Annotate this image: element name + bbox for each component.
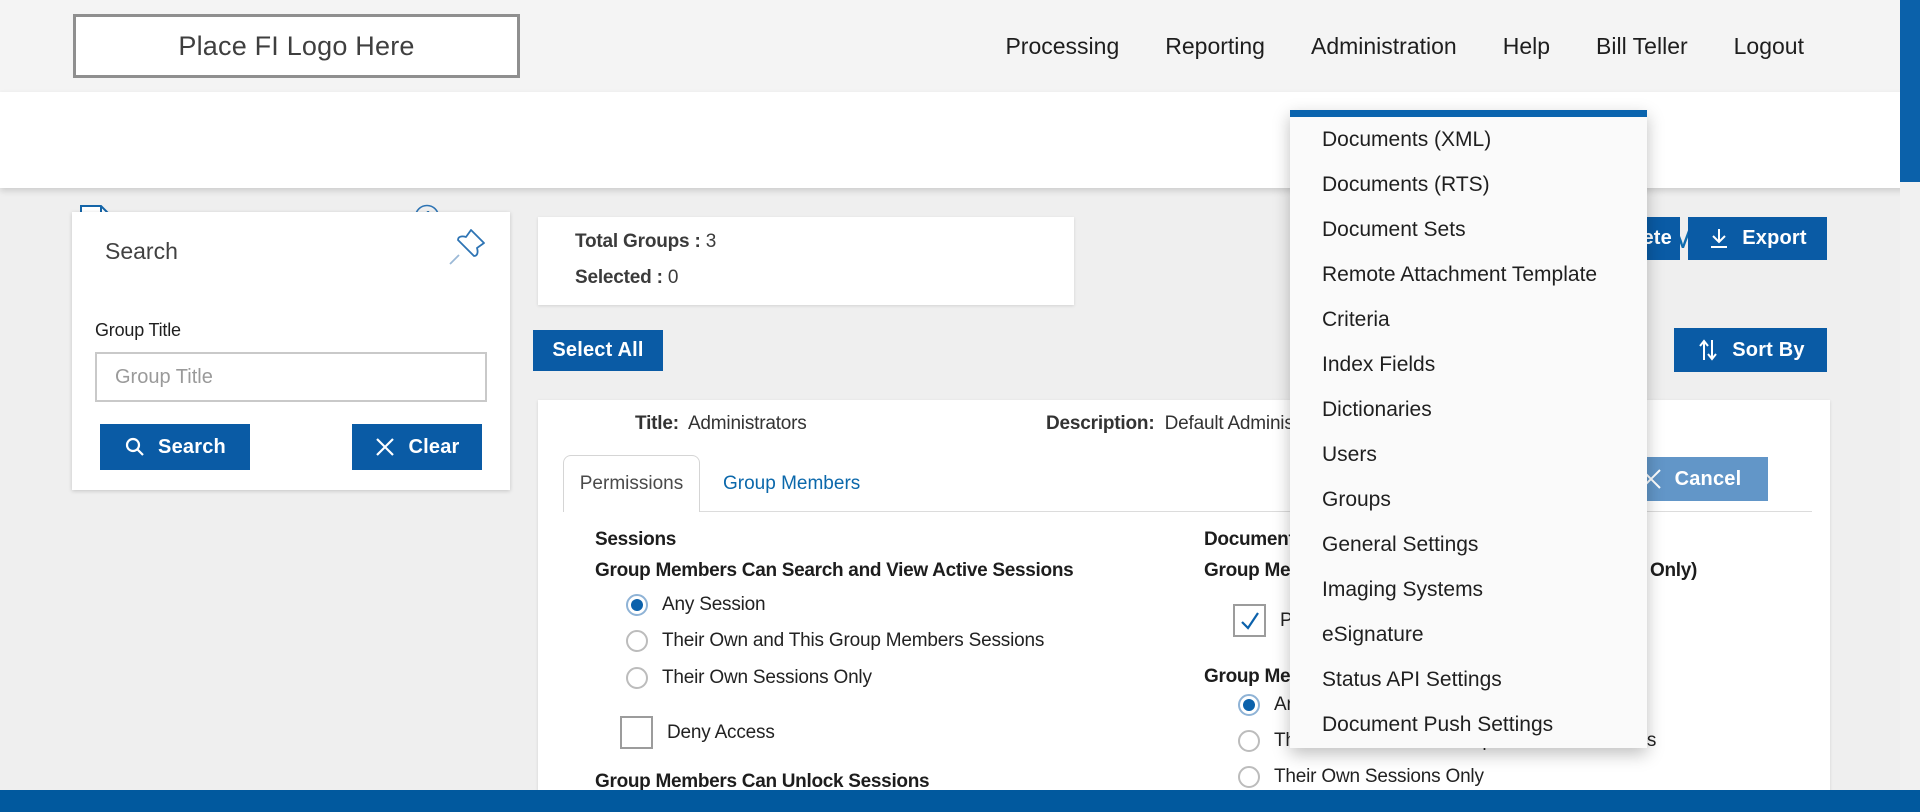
nav-item-processing[interactable]: Processing — [1005, 33, 1119, 60]
group-title-input[interactable] — [95, 352, 487, 402]
main-nav: Processing Reporting Administration Help… — [1005, 0, 1804, 92]
documents-permission-checkbox[interactable] — [1233, 604, 1266, 637]
bottom-bar — [0, 790, 1920, 812]
menu-item-remote-attachment-template[interactable]: Remote Attachment Template — [1290, 252, 1647, 297]
menu-item-document-push-settings[interactable]: Document Push Settings — [1290, 702, 1647, 747]
radio-row-own-sessions-only: Their Own Sessions Only — [626, 667, 872, 689]
cancel-button-label: Cancel — [1675, 468, 1742, 491]
checkmark-icon — [1238, 609, 1262, 633]
title-value: Administrators — [688, 413, 807, 434]
select-all-label: Select All — [552, 339, 643, 362]
search-icon — [124, 436, 146, 458]
menu-item-imaging-systems[interactable]: Imaging Systems — [1290, 567, 1647, 612]
search-button[interactable]: Search — [100, 424, 250, 470]
export-button-label: Export — [1742, 227, 1807, 250]
documents-checkbox-row: P — [1233, 604, 1292, 637]
radio-own-sessions-only[interactable] — [626, 667, 648, 689]
fi-logo-placeholder: Place FI Logo Here — [73, 14, 520, 78]
nav-item-reporting[interactable]: Reporting — [1165, 33, 1265, 60]
menu-item-criteria[interactable]: Criteria — [1290, 297, 1647, 342]
tab-permissions-label: Permissions — [580, 473, 683, 495]
radio-any-session[interactable] — [626, 594, 648, 616]
menu-item-groups[interactable]: Groups — [1290, 477, 1647, 522]
menu-item-status-api-settings[interactable]: Status API Settings — [1290, 657, 1647, 702]
nav-item-administration[interactable]: Administration — [1311, 33, 1457, 60]
doc-radio-own-only-label: Their Own Sessions Only — [1274, 766, 1484, 788]
export-button[interactable]: Export — [1688, 217, 1827, 260]
description-value: Default Administr — [1165, 413, 1305, 434]
menu-item-documents-xml[interactable]: Documents (XML) — [1290, 117, 1647, 162]
radio-row-any-session: Any Session — [626, 594, 765, 616]
radio-own-group-sessions-label: Their Own and This Group Members Session… — [662, 630, 1044, 652]
clear-button[interactable]: Clear — [352, 424, 482, 470]
selected-label: Selected : — [575, 267, 663, 288]
tab-group-members[interactable]: Group Members — [723, 455, 860, 512]
deny-access-checkbox[interactable] — [620, 716, 653, 749]
dropdown-item-list: Documents (XML) Documents (RTS) Document… — [1290, 117, 1647, 747]
search-panel: Search Group Title Search Clear — [72, 212, 510, 490]
sort-arrows-icon — [1696, 337, 1720, 363]
total-groups-label: Total Groups : — [575, 231, 701, 252]
administration-dropdown-menu: Documents (XML) Documents (RTS) Document… — [1290, 110, 1647, 748]
nav-item-help[interactable]: Help — [1503, 33, 1550, 60]
menu-item-index-fields[interactable]: Index Fields — [1290, 342, 1647, 387]
sort-by-label: Sort By — [1732, 339, 1805, 362]
menu-item-documents-rts[interactable]: Documents (RTS) — [1290, 162, 1647, 207]
radio-own-sessions-only-label: Their Own Sessions Only — [662, 667, 872, 689]
tab-group-members-label: Group Members — [723, 473, 860, 495]
group-title-label: Group Title — [95, 320, 181, 341]
menu-item-document-sets[interactable]: Document Sets — [1290, 207, 1647, 252]
title-label: Title: — [635, 413, 679, 434]
x-icon — [374, 436, 396, 458]
dropdown-accent-bar — [1290, 110, 1647, 117]
search-panel-title: Search — [105, 238, 178, 265]
radio-own-group-sessions[interactable] — [626, 630, 648, 652]
radio-row-own-group-sessions: Their Own and This Group Members Session… — [626, 630, 1044, 652]
deny-access-row: Deny Access — [620, 716, 775, 749]
pin-icon[interactable] — [444, 224, 490, 270]
tab-permissions[interactable]: Permissions — [563, 455, 700, 512]
group-description-meta: Description: Default Administr — [1046, 413, 1305, 435]
scrollbar-track[interactable] — [1900, 0, 1920, 790]
fi-logo-text: Place FI Logo Here — [178, 31, 414, 62]
top-nav-bar: Place FI Logo Here Processing Reporting … — [0, 0, 1920, 92]
documents-perm-heading-tail: Only) — [1650, 560, 1697, 582]
nav-item-logout[interactable]: Logout — [1734, 33, 1804, 60]
select-all-button[interactable]: Select All — [533, 330, 663, 371]
radio-any-session-label: Any Session — [662, 594, 765, 616]
menu-item-general-settings[interactable]: General Settings — [1290, 522, 1647, 567]
doc-radio-own-group[interactable] — [1238, 730, 1260, 752]
download-icon — [1708, 227, 1730, 251]
selected-line: Selected : 0 — [575, 267, 678, 289]
menu-item-dictionaries[interactable]: Dictionaries — [1290, 387, 1647, 432]
selected-value: 0 — [668, 267, 678, 288]
sessions-heading: Sessions — [595, 529, 676, 551]
totals-panel: Total Groups : 3 Selected : 0 — [538, 217, 1074, 305]
description-label: Description: — [1046, 413, 1154, 434]
menu-item-esignature[interactable]: eSignature — [1290, 612, 1647, 657]
doc-radio-row-own-only: Their Own Sessions Only — [1238, 766, 1484, 788]
app-viewport: Place FI Logo Here Processing Reporting … — [0, 0, 1920, 812]
total-groups-value: 3 — [706, 231, 716, 252]
clear-button-label: Clear — [408, 436, 459, 459]
doc-radio-own-only[interactable] — [1238, 766, 1260, 788]
nav-item-user-bill-teller[interactable]: Bill Teller — [1596, 33, 1688, 60]
sessions-search-view-heading: Group Members Can Search and View Active… — [595, 560, 1073, 582]
scrollbar-thumb[interactable] — [1900, 0, 1920, 182]
sort-by-button[interactable]: Sort By — [1674, 328, 1827, 372]
search-button-label: Search — [158, 436, 226, 459]
group-title-meta: Title: Administrators — [635, 413, 807, 435]
deny-access-label: Deny Access — [667, 722, 775, 744]
doc-radio-any-session[interactable] — [1238, 694, 1260, 716]
menu-item-users[interactable]: Users — [1290, 432, 1647, 477]
total-groups-line: Total Groups : 3 — [575, 231, 716, 253]
